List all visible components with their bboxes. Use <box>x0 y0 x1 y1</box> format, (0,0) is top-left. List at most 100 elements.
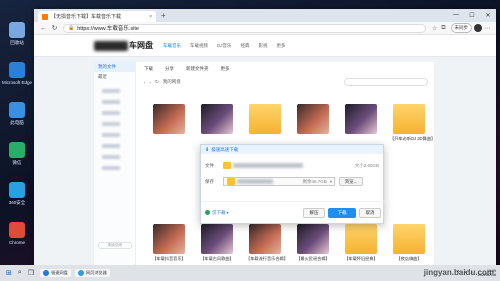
address-bar-actions: ☆ ⧉ 未同步 ⋯ <box>430 23 492 33</box>
desktop-icon-label: Microsoft Edge <box>2 80 32 85</box>
file-item[interactable]: 【最火民谣合辑】 <box>294 224 332 262</box>
browser-tab[interactable]: 【无损音乐下载】车载音乐下载 × <box>38 11 156 22</box>
cancel-button[interactable]: 取消 <box>359 207 381 218</box>
download-mode-label: 仅下载 <box>212 209 226 215</box>
desktop-icon-label: 回收站 <box>10 40 24 45</box>
file-name: 【最火民谣合辑】 <box>296 256 330 261</box>
file-item[interactable]: 【开车必听DJ 3D舞曲】 <box>390 104 435 142</box>
file-name: 【车载古风歌曲】 <box>200 256 234 261</box>
avatar[interactable] <box>474 24 482 32</box>
file-item[interactable]: 【车载怀旧经典】 <box>342 224 380 262</box>
file-item[interactable] <box>342 104 380 136</box>
desktop-icon[interactable]: 360安全 <box>2 182 32 218</box>
sidebar-item-redacted[interactable] <box>102 100 120 104</box>
logo-text: 车网盘 <box>129 41 153 50</box>
url-text: https://www.车载音乐.site <box>77 26 139 32</box>
dialog-title: 极速高速下载 <box>211 146 239 152</box>
folder-icon <box>345 224 377 254</box>
share-button[interactable]: 分享 <box>165 66 174 72</box>
sidebar-item-redacted[interactable] <box>102 111 120 115</box>
taskbar-app[interactable]: 极速网盘 <box>40 269 71 277</box>
download-button[interactable]: 下载 <box>328 207 356 218</box>
desktop-icon[interactable]: 回收站 <box>2 22 32 58</box>
taskbar-app-label: 网页浏览器 <box>85 270 107 275</box>
thumbnail <box>297 224 329 254</box>
file-item[interactable]: 【夜店嗨曲】 <box>390 224 428 262</box>
file-row: 文件 大小2.60GB <box>201 162 385 169</box>
desktop-icon-label: 360安全 <box>8 200 26 205</box>
file-item[interactable] <box>150 104 188 136</box>
sidebar-item-redacted[interactable] <box>102 89 120 93</box>
new-tab-icon[interactable]: + <box>161 11 166 20</box>
more-icon[interactable]: ⋯ <box>484 25 490 32</box>
forward-icon[interactable]: › <box>150 80 152 85</box>
nav-item[interactable]: 影视 <box>259 43 268 49</box>
back-icon[interactable]: ← <box>38 25 49 32</box>
desktop-icon-label: Chrome <box>8 240 25 245</box>
start-icon[interactable]: ⊞ <box>6 269 12 277</box>
download-button[interactable]: 下载 <box>144 66 153 72</box>
check-icon <box>205 210 210 215</box>
sidebar-item-redacted[interactable] <box>102 122 120 126</box>
browser-window: 【无损音乐下载】车载音乐下载 × + — ☐ ✕ ← ↻ 🔒 https://w… <box>34 9 496 265</box>
file-item[interactable] <box>294 104 332 136</box>
site-logo[interactable]: 车网盘 <box>94 40 153 51</box>
close-button[interactable]: ✕ <box>480 12 496 19</box>
sidebar-item-redacted[interactable] <box>102 144 120 148</box>
collections-icon[interactable]: ⧉ <box>441 25 445 32</box>
url-field[interactable]: 🔒 https://www.车载音乐.site <box>63 23 426 33</box>
maximize-button[interactable]: ☐ <box>464 12 480 19</box>
desktop-icon[interactable]: Chrome <box>2 222 32 258</box>
taskbar-app[interactable]: 网页浏览器 <box>74 269 110 277</box>
minimize-button[interactable]: — <box>448 12 464 19</box>
file-item[interactable] <box>246 104 284 136</box>
app-icon <box>9 102 25 118</box>
sidebar-item-my-files[interactable]: 我的文件 <box>94 62 135 72</box>
app-icon <box>9 182 25 198</box>
file-toolbar: 下载 分享 新建文件夹 更多 <box>144 66 242 72</box>
thumbnail <box>201 224 233 254</box>
dialog-header: ⬇ 极速高速下载 <box>201 145 383 154</box>
sidebar-item-redacted[interactable] <box>102 166 120 170</box>
sidebar-item-redacted[interactable] <box>102 155 120 159</box>
desktop-icon[interactable]: 微信 <box>2 142 32 178</box>
save-path-field[interactable]: 剩余46.7GB ▾ <box>223 177 335 186</box>
thumbnail <box>345 104 377 134</box>
back-icon[interactable]: ‹ <box>144 80 146 85</box>
nav-item[interactable]: 经典 <box>241 43 250 49</box>
app-icon <box>9 62 25 78</box>
download-mode-select[interactable]: 仅下载▾ <box>212 210 229 216</box>
refresh-icon[interactable]: ↻ <box>155 79 159 85</box>
save-path-redacted <box>237 179 273 184</box>
file-label: 文件 <box>205 162 214 168</box>
file-item[interactable]: 【车载古风歌曲】 <box>198 224 236 262</box>
favorites-icon[interactable]: ☆ <box>432 25 437 32</box>
nav-item[interactable]: DJ音乐 <box>217 43 232 49</box>
file-item[interactable]: 【车载抖音音乐】 <box>150 224 188 262</box>
more-button[interactable]: 更多 <box>221 66 230 72</box>
search-icon[interactable]: ⌕ <box>18 269 22 277</box>
nav-item[interactable]: 车载视频 <box>190 43 208 49</box>
profile-button[interactable]: 未同步 <box>450 23 472 33</box>
task-view-icon[interactable]: ❐ <box>28 269 34 277</box>
desktop-icon[interactable]: Microsoft Edge <box>2 62 32 98</box>
unzip-button[interactable]: 解压 <box>303 207 325 218</box>
browse-button[interactable]: 浏览... <box>339 177 363 186</box>
file-item[interactable] <box>198 104 236 136</box>
new-folder-button[interactable]: 新建文件夹 <box>186 66 209 72</box>
refresh-icon[interactable]: ↻ <box>49 24 60 32</box>
nav-item[interactable]: 车载音乐 <box>163 43 181 49</box>
tab-close-icon[interactable]: × <box>149 14 152 20</box>
chevron-down-icon[interactable]: ▾ <box>330 179 332 185</box>
folder-icon <box>223 162 231 169</box>
path-row: 保存 剩余46.7GB ▾ 浏览... <box>201 177 385 186</box>
sidebar-item-recent[interactable]: 最近 <box>94 72 135 82</box>
breadcrumb-item[interactable]: 我的网盘 <box>163 79 181 85</box>
desktop-icon[interactable]: 此电脑 <box>2 102 32 138</box>
desktop-icon-label: 此电脑 <box>10 120 24 125</box>
search-input[interactable] <box>344 78 428 86</box>
sidebar-item-redacted[interactable] <box>102 133 120 137</box>
file-item[interactable]: 【车载流行音乐合辑】 <box>246 224 288 262</box>
nav-item[interactable]: 更多 <box>277 43 286 49</box>
site-favicon-icon <box>42 13 48 20</box>
